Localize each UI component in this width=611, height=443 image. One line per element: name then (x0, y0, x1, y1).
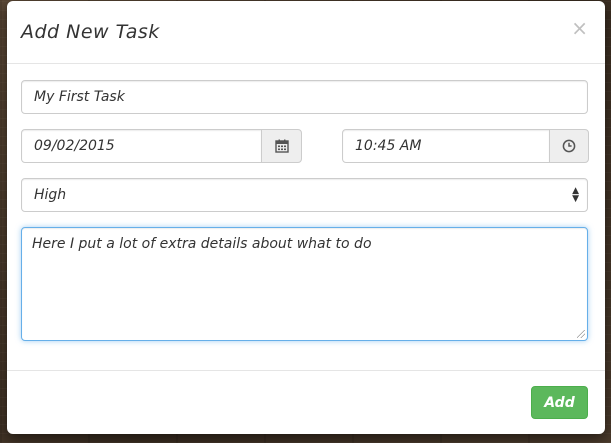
add-button[interactable]: Add (531, 386, 588, 419)
resize-handle-icon[interactable] (577, 330, 585, 338)
details-textarea[interactable]: Here I put a lot of extra details about … (21, 227, 588, 341)
priority-select[interactable]: High ▲ ▼ (21, 178, 588, 212)
close-icon[interactable]: × (571, 18, 588, 38)
clock-icon (562, 139, 576, 153)
priority-value: High (34, 187, 67, 203)
date-picker-button[interactable] (261, 129, 302, 163)
select-arrows-icon: ▲ ▼ (572, 186, 579, 204)
modal-title: Add New Task (21, 21, 160, 43)
time-input[interactable]: 10:45 AM (342, 129, 550, 163)
date-input[interactable]: 09/02/2015 (21, 129, 262, 163)
modal-footer: Add (7, 371, 605, 433)
details-text: Here I put a lot of extra details about … (32, 236, 372, 252)
time-picker-button[interactable] (549, 129, 589, 163)
modal-body: My First Task 09/02/2015 10:45 AM High ▲… (7, 64, 605, 371)
task-name-input[interactable]: My First Task (21, 80, 588, 114)
modal-header: Add New Task × (7, 1, 605, 64)
add-task-modal: Add New Task × My First Task 09/02/2015 (7, 1, 605, 434)
calendar-icon (274, 139, 289, 153)
